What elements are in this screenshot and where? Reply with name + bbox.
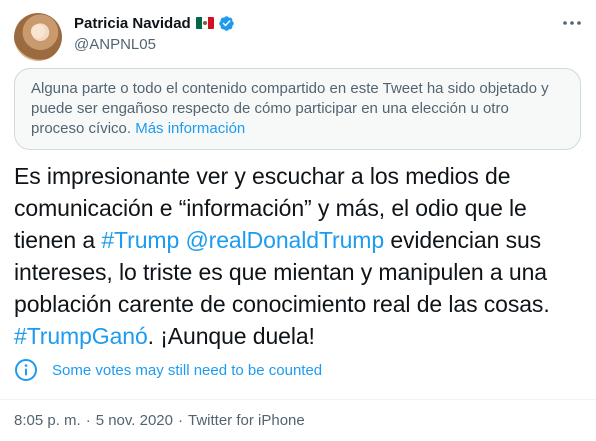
divider: [0, 399, 596, 400]
info-circle-icon: [15, 359, 37, 381]
notice-text: Alguna parte o todo el contenido compart…: [31, 80, 549, 137]
mexico-flag-icon: [195, 17, 214, 29]
hashtag-link[interactable]: #Trump: [101, 227, 179, 253]
author-display-name[interactable]: Patricia Navidad: [74, 15, 191, 32]
author-name-row: Patricia Navidad: [74, 14, 235, 32]
meta-separator: ·: [85, 412, 91, 429]
tweet-date[interactable]: 5 nov. 2020: [96, 412, 173, 429]
hashtag-link[interactable]: #TrumpGanó: [14, 323, 148, 349]
meta-separator: ·: [178, 412, 183, 429]
author-handle[interactable]: @ANPNL05: [74, 36, 156, 53]
votes-notice-label[interactable]: Some votes may still need to be counted: [52, 362, 322, 379]
tweet-text: Es impresionante ver y escuchar a los me…: [14, 160, 584, 352]
tweet-source[interactable]: Twitter for iPhone: [188, 412, 305, 429]
avatar[interactable]: [14, 13, 62, 61]
tweet-time[interactable]: 8:05 p. m.: [14, 412, 81, 429]
misleading-content-notice: Alguna parte o todo el contenido compart…: [14, 68, 581, 150]
tweet-meta: 8:05 p. m. · 5 nov. 2020 · Twitter for i…: [14, 412, 305, 429]
verified-badge-icon: [218, 15, 234, 31]
votes-notice[interactable]: Some votes may still need to be counted: [14, 358, 322, 382]
mention-link[interactable]: @realDonaldTrump: [185, 227, 384, 253]
tweet-text-segment: . ¡Aunque duela!: [147, 323, 315, 349]
more-info-link[interactable]: Más información: [135, 120, 245, 137]
more-options-icon[interactable]: [560, 14, 584, 32]
